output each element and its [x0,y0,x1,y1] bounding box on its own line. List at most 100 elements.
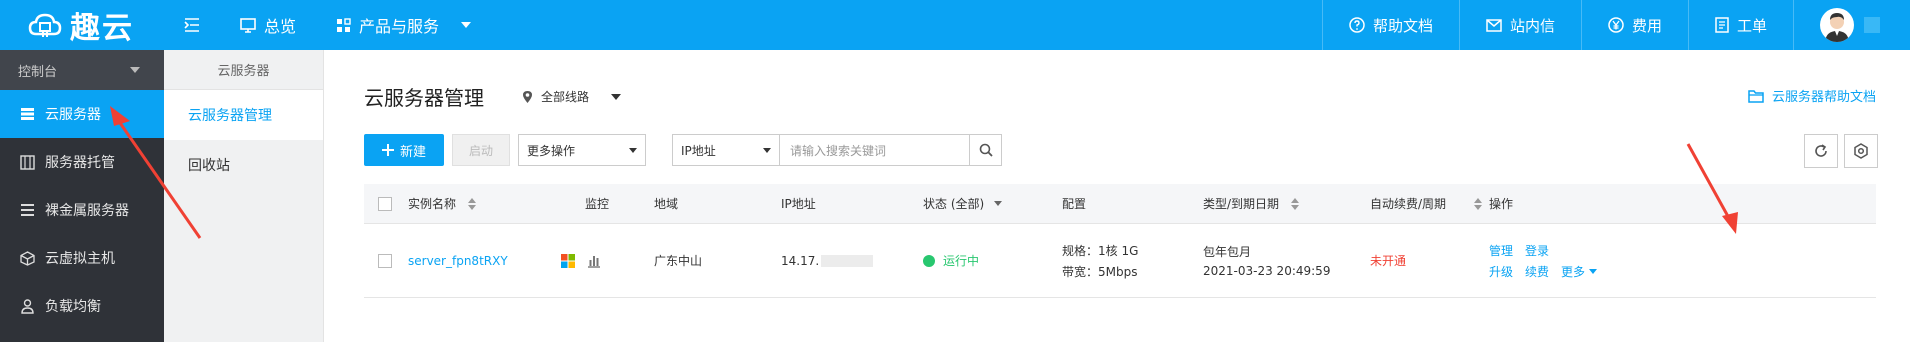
status-badge: 运行中 [943,254,980,268]
billing-type-text: 包年包月 [1203,245,1252,259]
search-button[interactable] [970,134,1002,166]
row-checkbox[interactable] [378,253,392,268]
expiry-text: 2021-03-23 20:49:59 [1203,264,1331,278]
nav-products-label: 产品与服务 [359,17,440,36]
user-avatar-icon [1825,13,1849,42]
main-content: 云服务器管理 全部线路 云服务器帮助文档 新建 启动 更多操作 IP地址 请输入… [324,50,1910,342]
start-button[interactable]: 启动 [452,134,510,166]
actions-cell: 管理 登录 升级 续费 更多 [1489,242,1598,280]
chevron-down-icon [130,67,140,73]
bar-chart-icon[interactable] [587,254,601,268]
new-button[interactable]: 新建 [364,134,444,166]
col-type-expiry-label: 类型/到期日期 [1203,197,1280,211]
region-selector[interactable]: 全部线路 [522,88,622,105]
sidebar-item-hosting[interactable]: 服务器托管 [0,138,164,186]
nav-products[interactable]: 产品与服务 [316,0,491,50]
windows-icon[interactable] [561,253,575,268]
type-expiry-cell: 包年包月 2021-03-23 20:49:59 [1203,243,1330,278]
sidebar-item-label: 云虚拟主机 [45,251,115,267]
chevron-down-icon [629,147,637,153]
select-all-checkbox[interactable] [378,196,392,211]
more-actions-label: 更多 [1561,264,1586,279]
sidebar-item-bare-metal[interactable]: 裸金属服务器 [0,186,164,234]
status-dot-icon [923,254,935,267]
folder-icon [1748,89,1764,103]
server-list-icon [21,108,34,120]
help-doc-link[interactable]: 云服务器帮助文档 [1748,86,1876,105]
ip-prefix: 14.17. [781,253,820,268]
server-table: 实例名称 监控 地域 IP地址 状态 (全部) 配置 类型/到期日期 自动续费/… [364,184,1876,298]
user-menu[interactable] [1793,0,1910,50]
sidebar-item-load-balance[interactable]: 负载均衡 [0,282,164,330]
spec-text: 规格：1核 1G [1062,243,1139,258]
login-link[interactable]: 登录 [1525,242,1549,259]
search-field-label: IP地址 [681,143,716,158]
col-auto-renew[interactable]: 自动续费/周期 [1370,195,1483,212]
nav-help-docs[interactable]: 帮助文档 [1321,0,1459,50]
sidebar-item-label: 负载均衡 [45,299,101,315]
chevron-down-icon [461,22,472,28]
search-group: IP地址 请输入搜索关键词 [672,134,1002,166]
sidebar: 控制台 云服务器 服务器托管 裸金属服务器 云虚拟主机 负载均衡 [0,50,164,342]
yen-circle-icon [1608,17,1624,33]
refresh-button[interactable] [1804,134,1838,168]
subnav-item-recycle-bin[interactable]: 回收站 [164,140,323,190]
col-actions: 操作 [1489,197,1514,211]
mail-icon [1486,18,1502,32]
cloud-logo-icon [28,13,62,37]
gear-icon [1854,143,1868,159]
avatar[interactable] [1820,8,1854,42]
sort-icon [1291,197,1300,210]
col-config: 配置 [1062,197,1087,211]
location-pin-icon [523,90,532,103]
manage-link[interactable]: 管理 [1489,242,1513,259]
auto-renew-cell: 未开通 [1370,254,1407,268]
page-title: 云服务器管理 [364,86,484,110]
new-button-label: 新建 [399,144,426,160]
nav-tickets-label: 工单 [1736,16,1767,35]
nav-billing[interactable]: 费用 [1580,0,1688,50]
nav-tickets[interactable]: 工单 [1687,0,1793,50]
col-auto-renew-label: 自动续费/周期 [1370,197,1447,211]
chevron-down-icon [1589,268,1598,274]
monitor-cell [561,253,601,268]
grid-icon [337,17,351,32]
settings-button[interactable] [1844,134,1878,168]
col-type-expiry[interactable]: 类型/到期日期 [1203,195,1300,212]
col-region: 地域 [654,197,679,211]
config-cell: 规格：1核 1G 带宽：5Mbps [1062,242,1138,280]
more-operations-select[interactable]: 更多操作 [518,134,646,166]
sidebar-item-virtual-host[interactable]: 云虚拟主机 [0,234,164,282]
top-navbar: 趣云 总览 产品与服务 帮助文档 站内信 费用 工单 [0,0,1910,50]
col-status[interactable]: 状态 (全部) [923,195,1003,212]
col-name[interactable]: 实例名称 [408,195,477,212]
sidebar-header-label: 控制台 [18,64,58,80]
sidebar-header[interactable]: 控制台 [0,50,164,90]
username-redacted [1864,17,1880,33]
document-list-icon [1715,17,1729,33]
region-cell: 广东中山 [654,254,703,268]
sidebar-item-cloud-server[interactable]: 云服务器 [0,90,164,138]
brand-logo[interactable]: 趣云 [0,0,164,50]
search-input[interactable]: 请输入搜索关键词 [780,134,970,166]
col-name-label: 实例名称 [408,197,457,211]
region-label: 全部线路 [541,90,590,104]
renew-link[interactable]: 续费 [1525,263,1549,280]
upgrade-link[interactable]: 升级 [1489,263,1513,280]
nav-overview[interactable]: 总览 [220,0,316,50]
brand-name: 趣云 [70,11,134,46]
load-balance-icon [21,298,34,314]
search-field-select[interactable]: IP地址 [672,134,780,166]
menu-collapse-icon [184,18,199,32]
instance-name-link[interactable]: server_fpn8tRXY [408,254,508,268]
menu-toggle-button[interactable] [164,0,220,50]
nav-messages[interactable]: 站内信 [1458,0,1581,50]
nav-help-docs-label: 帮助文档 [1372,16,1433,35]
more-actions-dropdown[interactable]: 更多 [1561,263,1598,280]
subnav-item-server-management[interactable]: 云服务器管理 [164,90,323,140]
row-checkbox-cell [378,253,392,268]
chevron-down-icon [763,147,771,153]
sidebar-item-label: 云服务器 [45,107,101,123]
cube-icon [20,250,35,266]
more-operations-label: 更多操作 [527,143,576,158]
